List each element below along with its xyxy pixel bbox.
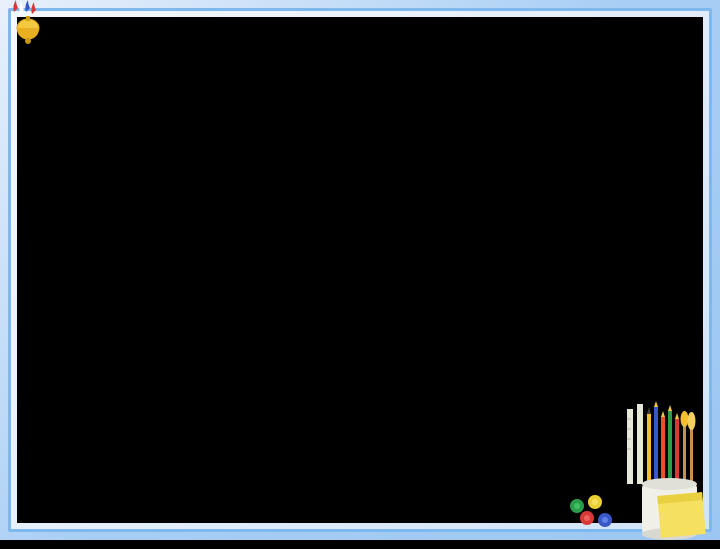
bell-top <box>26 16 30 21</box>
pencil-green-tip <box>668 405 672 411</box>
brush-tip-1 <box>681 411 689 427</box>
pencil-yellow-tip <box>647 407 651 414</box>
ribbon-white <box>19 2 24 14</box>
slide-inner-border <box>8 8 712 532</box>
pencil-green <box>668 411 672 489</box>
pencil-cup-icon <box>617 399 712 544</box>
ribbon-red-right <box>31 2 36 14</box>
pushpin-green-highlight <box>574 503 580 509</box>
pencil-orange-tip <box>661 411 665 417</box>
ruler-1 <box>627 409 633 484</box>
ruler-2 <box>637 404 643 484</box>
pushpins-icon <box>565 492 620 532</box>
pushpin-blue-highlight <box>602 517 608 523</box>
pencil-yellow <box>647 414 651 489</box>
slide-frame <box>0 0 720 540</box>
ribbon-blue <box>25 0 30 12</box>
pushpin-yellow-highlight <box>592 499 598 505</box>
pushpin-red-highlight <box>584 515 590 521</box>
bell-clapper <box>25 38 31 44</box>
brush-handle-2 <box>690 427 693 489</box>
bell-ribbon-icon <box>8 0 52 48</box>
pencil-red-tip <box>675 413 679 419</box>
ribbon-red-left <box>13 0 18 12</box>
pencil-blue-tip <box>654 401 658 407</box>
pencil-blue <box>654 407 658 489</box>
brush-tip-2 <box>688 412 696 430</box>
cup-rim <box>642 478 697 490</box>
slide-content-area <box>17 17 703 523</box>
